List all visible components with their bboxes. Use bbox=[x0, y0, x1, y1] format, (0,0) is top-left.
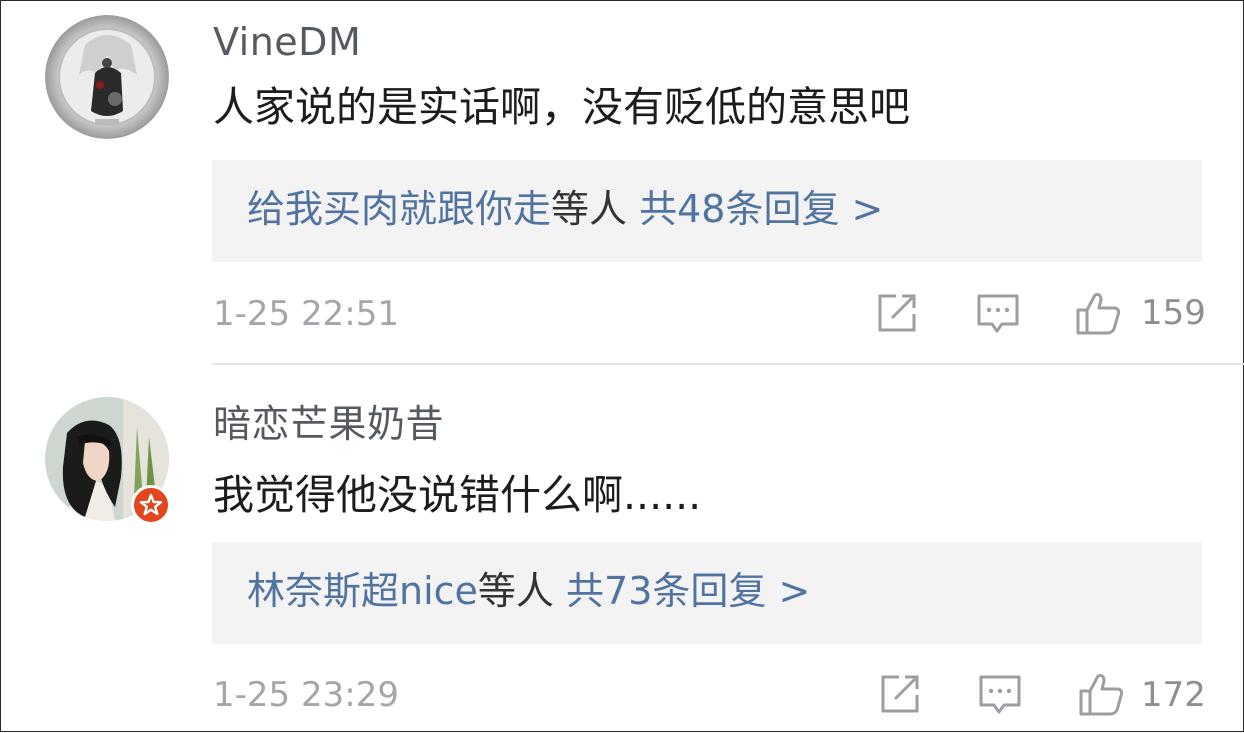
thumbs-up-icon[interactable] bbox=[1075, 290, 1121, 336]
share-edit-icon[interactable] bbox=[874, 290, 920, 336]
timestamp: 1-25 23:29 bbox=[213, 675, 399, 715]
comment-item: VineDM 人家说的是实话啊，没有贬低的意思吧 给我买肉就跟你走等人 共48条… bbox=[1, 1, 1244, 365]
avatar[interactable] bbox=[45, 15, 169, 139]
timestamp: 1-25 22:51 bbox=[213, 294, 399, 334]
reply-user-link[interactable]: 林奈斯超nice bbox=[247, 569, 478, 613]
replies-preview[interactable]: 林奈斯超nice等人 共73条回复 > bbox=[212, 542, 1202, 644]
comment-icon[interactable] bbox=[975, 290, 1021, 336]
reply-user-link[interactable]: 给我买肉就跟你走 bbox=[247, 187, 551, 231]
replies-summary[interactable]: 给我买肉就跟你走等人 共48条回复 > bbox=[247, 190, 883, 228]
verified-star-icon bbox=[131, 485, 171, 525]
replies-count-link[interactable]: 共73条回复 > bbox=[566, 569, 810, 613]
replies-suffix: 等人 bbox=[551, 187, 628, 231]
anime-avatar-image bbox=[45, 15, 169, 139]
comment-list: VineDM 人家说的是实话啊，没有贬低的意思吧 给我买肉就跟你走等人 共48条… bbox=[0, 0, 1244, 732]
username[interactable]: VineDM bbox=[213, 23, 361, 61]
replies-count-link[interactable]: 共48条回复 > bbox=[639, 187, 883, 231]
username[interactable]: 暗恋芒果奶昔 bbox=[213, 405, 444, 443]
share-edit-icon[interactable] bbox=[877, 671, 923, 717]
thumbs-up-icon[interactable] bbox=[1078, 671, 1124, 717]
comment-text: 人家说的是实话啊，没有贬低的意思吧 bbox=[213, 83, 910, 131]
comment-icon[interactable] bbox=[977, 671, 1023, 717]
like-count: 159 bbox=[1141, 293, 1206, 333]
like-count: 172 bbox=[1141, 675, 1206, 715]
comment-item: 暗恋芒果奶昔 我觉得他没说错什么啊...... 林奈斯超nice等人 共73条回… bbox=[1, 365, 1244, 733]
replies-suffix: 等人 bbox=[477, 569, 554, 613]
comment-text: 我觉得他没说错什么啊...... bbox=[213, 471, 702, 519]
replies-preview[interactable]: 给我买肉就跟你走等人 共48条回复 > bbox=[212, 160, 1202, 262]
replies-summary[interactable]: 林奈斯超nice等人 共73条回复 > bbox=[247, 572, 810, 610]
